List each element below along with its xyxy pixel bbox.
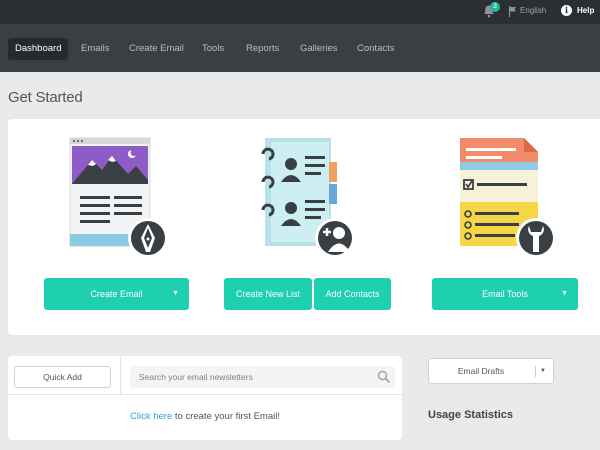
notification-count-badge: 3 bbox=[490, 2, 500, 12]
nav-item-tools[interactable]: Tools bbox=[202, 38, 224, 60]
email-tools-button-label: Email Tools bbox=[482, 289, 528, 299]
nav-item-create-email[interactable]: Create Email bbox=[129, 38, 184, 60]
contact-book-icon bbox=[261, 138, 355, 258]
email-newsletter-icon bbox=[69, 137, 168, 258]
help-link[interactable]: Help bbox=[577, 6, 594, 15]
emails-panel: Quick Add Click here to create your firs… bbox=[8, 356, 402, 440]
email-drafts-label: Email Drafts bbox=[457, 366, 505, 376]
search-input[interactable] bbox=[130, 366, 375, 388]
nav-item-reports[interactable]: Reports bbox=[246, 38, 279, 60]
divider bbox=[8, 394, 402, 395]
quick-add-button[interactable]: Quick Add bbox=[14, 366, 111, 388]
nav-item-emails[interactable]: Emails bbox=[81, 38, 110, 60]
top-utility-bar: 3 English i Help bbox=[0, 0, 600, 24]
email-tools-icon bbox=[460, 138, 556, 258]
add-contacts-button-label: Add Contacts bbox=[325, 289, 380, 299]
usage-statistics-heading: Usage Statistics bbox=[428, 409, 513, 421]
email-drafts-dropdown[interactable]: Email Drafts ▼ bbox=[428, 358, 554, 384]
add-contacts-button[interactable]: Add Contacts bbox=[314, 278, 391, 310]
page-title: Get Started bbox=[8, 89, 83, 106]
search-box bbox=[130, 366, 395, 388]
divider bbox=[120, 356, 121, 394]
email-tools-button[interactable]: Email Tools ▼ bbox=[432, 278, 578, 310]
create-email-button-label: Create Email bbox=[90, 289, 143, 299]
empty-state-message: Click here to create your first Email! bbox=[8, 411, 402, 422]
create-email-button[interactable]: Create Email ▼ bbox=[44, 278, 189, 310]
create-email-link[interactable]: Click here bbox=[130, 411, 172, 422]
create-new-list-button-label: Create New List bbox=[235, 289, 301, 299]
info-icon[interactable]: i bbox=[561, 5, 572, 16]
create-new-list-button[interactable]: Create New List bbox=[224, 278, 312, 310]
main-nav: Dashboard Emails Create Email Tools Repo… bbox=[0, 24, 600, 72]
empty-state-text: to create your first Email! bbox=[172, 411, 280, 422]
nav-item-dashboard[interactable]: Dashboard bbox=[8, 38, 69, 60]
flag-icon bbox=[509, 6, 516, 17]
divider bbox=[535, 366, 536, 377]
chevron-down-icon[interactable]: ▼ bbox=[172, 278, 179, 310]
nav-item-galleries[interactable]: Galleries bbox=[300, 38, 338, 60]
chevron-down-icon[interactable]: ▼ bbox=[561, 278, 568, 310]
chevron-down-icon[interactable]: ▼ bbox=[540, 359, 546, 383]
language-selector[interactable]: English bbox=[520, 6, 546, 15]
search-icon[interactable] bbox=[377, 370, 391, 384]
nav-item-contacts[interactable]: Contacts bbox=[357, 38, 395, 60]
